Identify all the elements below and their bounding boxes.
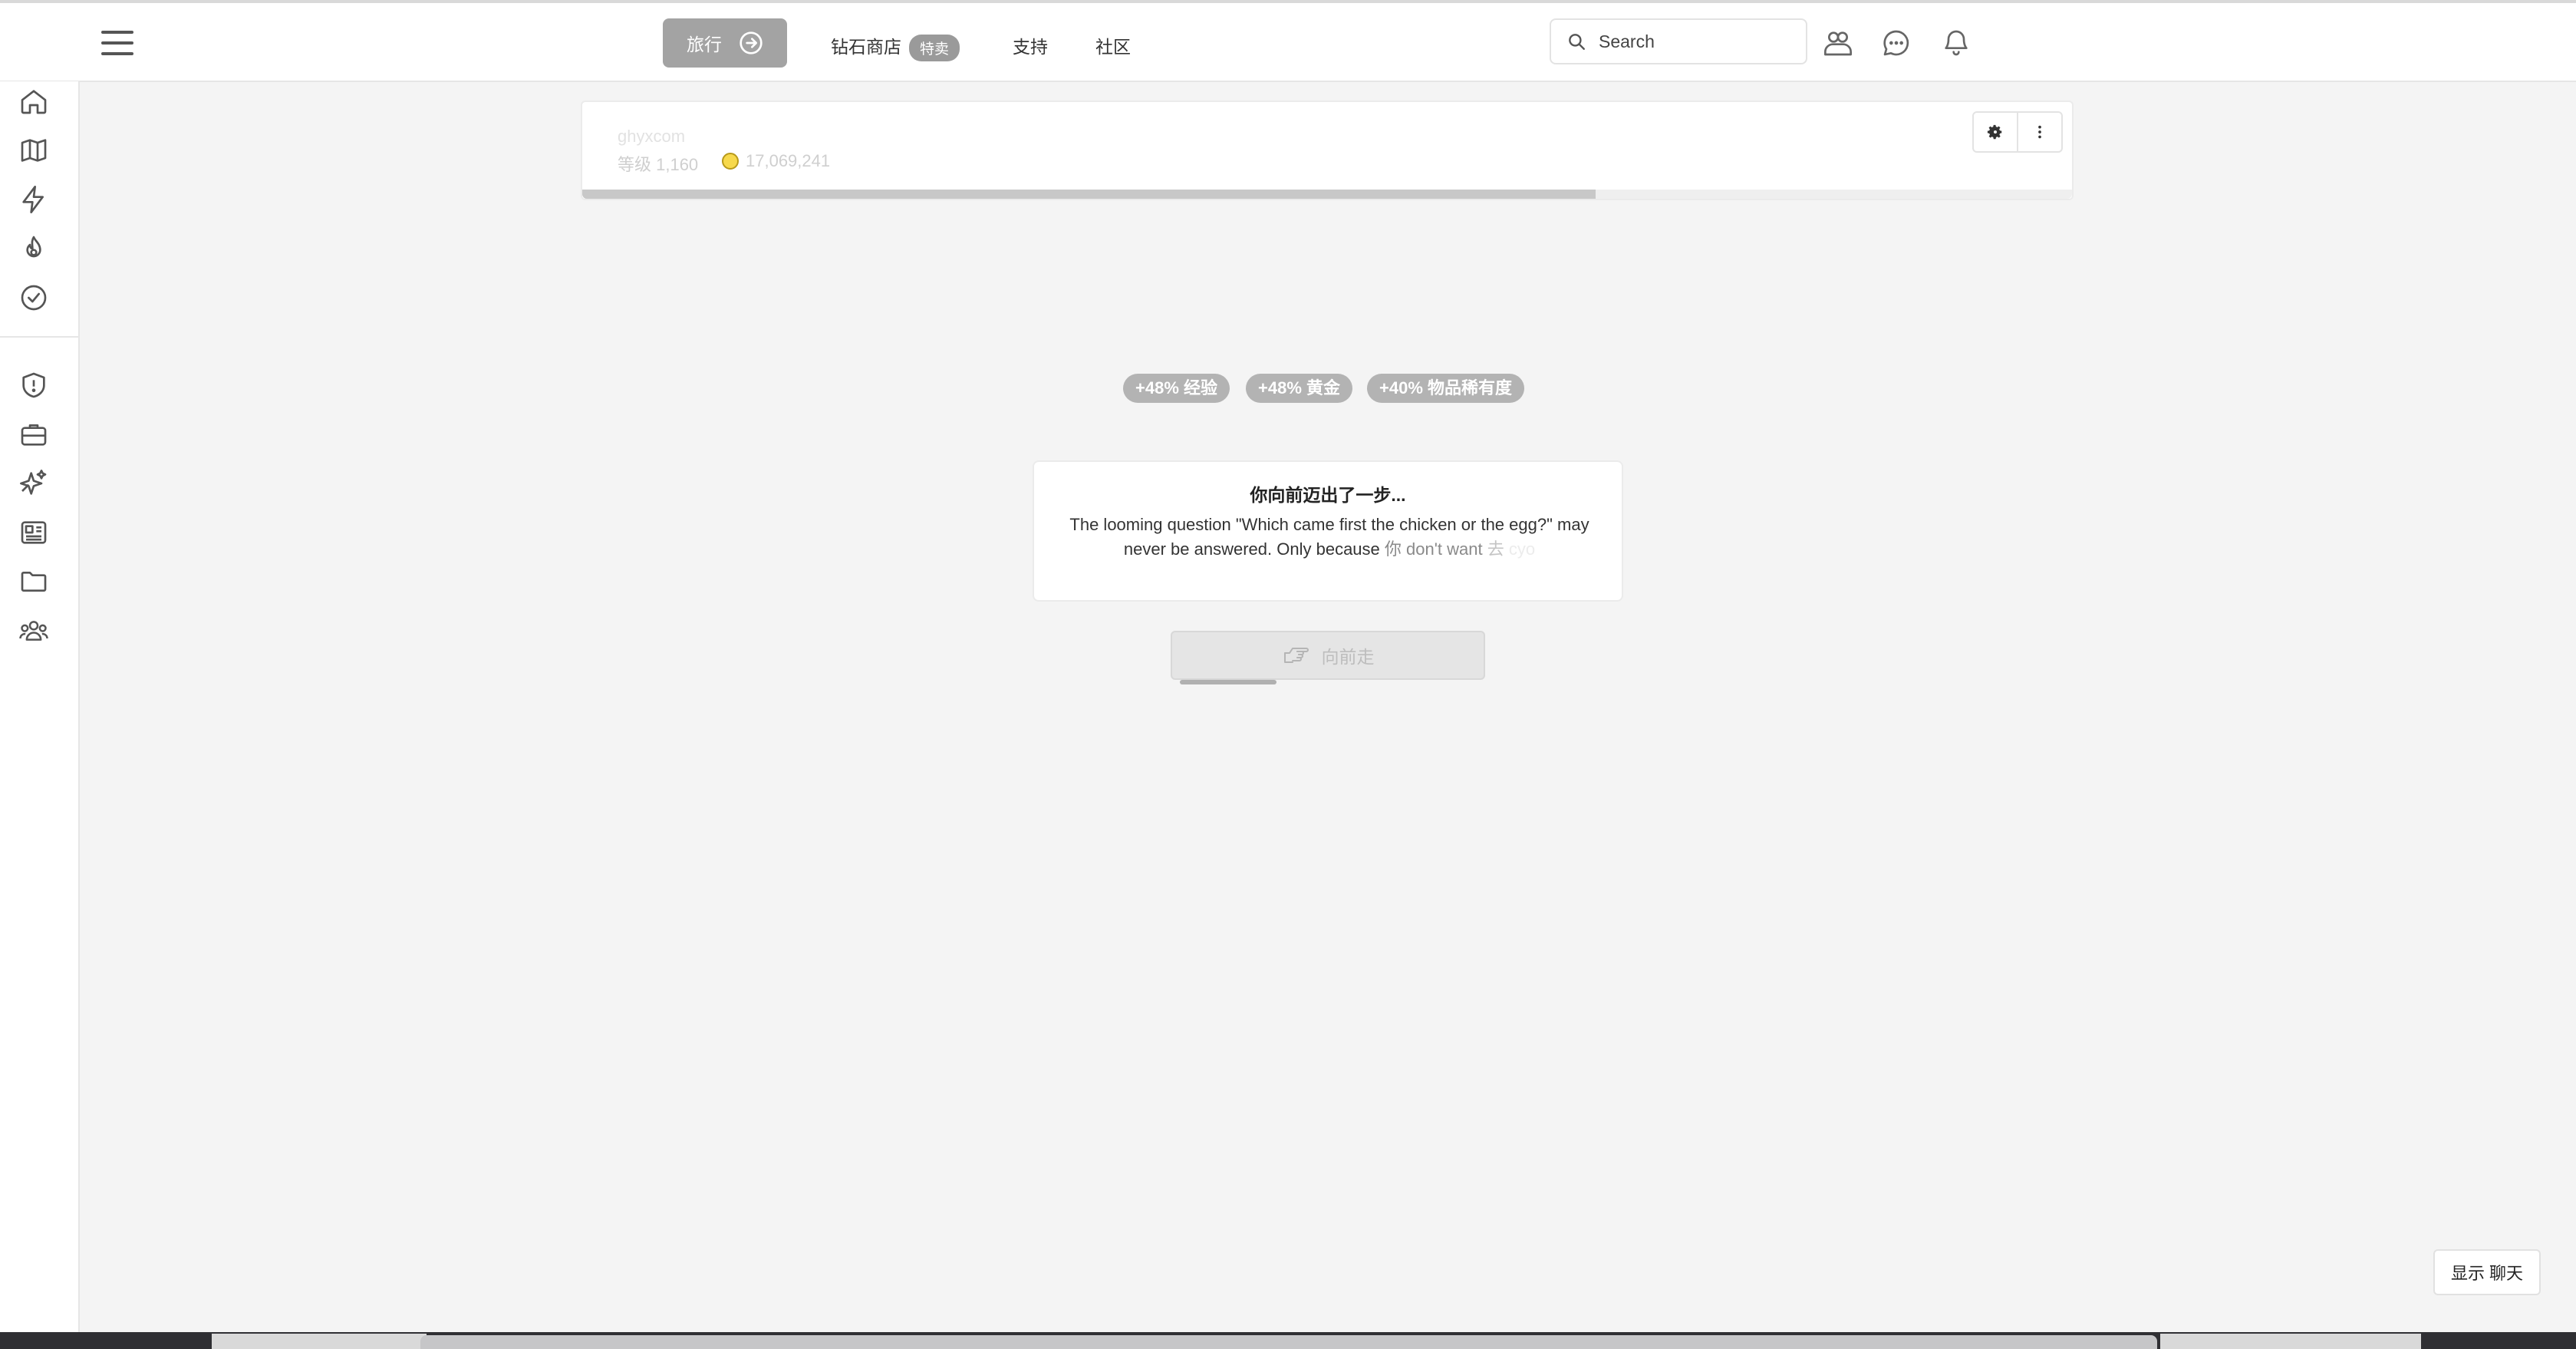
sale-badge: 特卖 bbox=[909, 35, 960, 62]
search-box[interactable] bbox=[1550, 18, 1807, 64]
player-status-card: ghyxcom 等级 1,160 17,069,241 bbox=[581, 101, 2074, 200]
menu-toggle-icon[interactable] bbox=[101, 31, 133, 57]
rarity-bonus-pill: +40% 物品稀有度 bbox=[1367, 374, 1524, 403]
step-title: 你向前迈出了一步... bbox=[1250, 485, 1406, 505]
shield-icon[interactable] bbox=[18, 370, 49, 401]
travel-button[interactable]: 旅行 bbox=[663, 18, 787, 68]
nav-support[interactable]: 支持 bbox=[1013, 32, 1048, 58]
arrow-right-circle-icon bbox=[740, 31, 763, 54]
os-dock[interactable] bbox=[420, 1335, 2157, 1349]
sparkles-icon[interactable] bbox=[18, 468, 49, 499]
os-right-panel bbox=[2160, 1334, 2421, 1349]
lightning-icon[interactable] bbox=[18, 184, 49, 215]
vertical-dots-icon bbox=[2038, 125, 2041, 139]
level-progress-fill bbox=[582, 190, 1596, 199]
card-button-group bbox=[1972, 111, 2063, 153]
level-progress-track bbox=[582, 190, 2072, 199]
step-forward-button[interactable]: 向前走 bbox=[1171, 631, 1485, 680]
os-left-panel bbox=[212, 1334, 427, 1349]
step-description: The looming question "Which came first t… bbox=[1063, 513, 1596, 562]
diamond-shop-label: 钻石商店 bbox=[831, 37, 901, 57]
more-options-button[interactable] bbox=[2017, 113, 2061, 151]
folder-icon[interactable] bbox=[18, 566, 49, 597]
xp-bonus-pill: +48% 经验 bbox=[1123, 374, 1230, 403]
friends-icon[interactable] bbox=[1823, 28, 1853, 58]
briefcase-icon[interactable] bbox=[18, 419, 49, 450]
search-icon bbox=[1569, 34, 1585, 50]
users-icon[interactable] bbox=[18, 615, 49, 646]
player-name[interactable]: ghyxcom bbox=[618, 127, 685, 147]
travel-label: 旅行 bbox=[687, 35, 722, 54]
chat-bubble-icon[interactable] bbox=[1881, 28, 1912, 58]
step-text-fading-more: 去 bbox=[1487, 539, 1504, 559]
step-text-fading: 你 don't want bbox=[1384, 539, 1487, 559]
step-cooldown-bar bbox=[1180, 680, 1276, 684]
nav-community[interactable]: 社区 bbox=[1095, 32, 1131, 58]
sidebar-divider bbox=[0, 336, 78, 338]
step-result-card: 你向前迈出了一步... The looming question "Which … bbox=[1033, 460, 1623, 602]
show-chat-button[interactable]: 显示 聊天 bbox=[2433, 1249, 2541, 1295]
gold-coin-icon bbox=[722, 153, 739, 170]
step-button-label: 向前走 bbox=[1321, 647, 1375, 667]
gear-icon bbox=[1987, 124, 2002, 140]
search-input[interactable] bbox=[1597, 30, 1792, 53]
nav-diamond-shop[interactable]: 钻石商店 特卖 bbox=[831, 32, 960, 62]
check-circle-icon[interactable] bbox=[18, 282, 49, 313]
fire-icon[interactable] bbox=[18, 233, 49, 264]
gold-bonus-pill: +48% 黄金 bbox=[1246, 374, 1352, 403]
player-level: 等级 1,160 bbox=[618, 155, 699, 174]
home-icon[interactable] bbox=[18, 86, 49, 117]
map-icon[interactable] bbox=[18, 135, 49, 166]
pointing-hand-icon bbox=[1283, 648, 1309, 663]
step-text-faded: cyo bbox=[1504, 539, 1536, 559]
settings-button[interactable] bbox=[1974, 113, 2017, 151]
bell-icon[interactable] bbox=[1941, 28, 1972, 58]
newspaper-icon[interactable] bbox=[18, 517, 49, 548]
player-gold: 17,069,241 bbox=[746, 151, 831, 170]
sidebar bbox=[0, 81, 80, 1332]
top-navbar: 旅行 钻石商店 特卖 支持 社区 bbox=[0, 3, 2576, 82]
